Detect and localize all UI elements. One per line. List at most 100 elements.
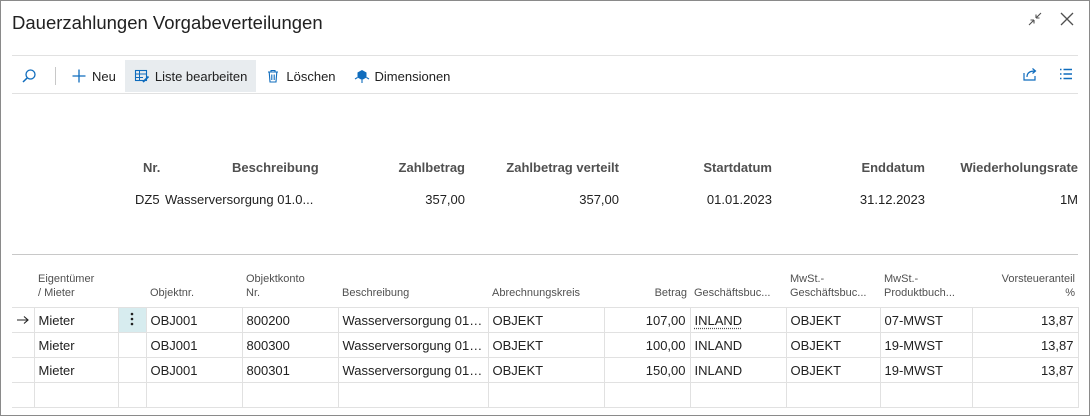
cell-geschaeftsbuch-value[interactable]: INLAND: [695, 313, 743, 328]
row-menu-button[interactable]: [118, 307, 147, 333]
list-icon[interactable]: [1058, 66, 1074, 87]
empty-cell[interactable]: [242, 382, 339, 408]
cell-geschaeftsbuch[interactable]: INLAND: [690, 357, 787, 383]
close-icon[interactable]: [1059, 11, 1075, 32]
lines-header-objektnr[interactable]: Objektnr.: [146, 255, 242, 308]
row-selector[interactable]: [12, 332, 35, 358]
cell-mwst-gb[interactable]: OBJEKT: [786, 307, 881, 333]
cell-objektnr[interactable]: OBJ001: [146, 307, 243, 333]
cell-geschaeftsbuch[interactable]: INLAND: [690, 307, 787, 333]
table-row[interactable]: Mieter OBJ001 800300 Wasserversorgung 01…: [12, 332, 1079, 358]
lines-header-eigentuemer[interactable]: Eigentümer / Mieter: [34, 255, 118, 308]
page-window: Dauerzahlungen Vorgabeverteilungen Neu L: [0, 0, 1090, 416]
new-button[interactable]: Neu: [62, 60, 125, 92]
empty-cell[interactable]: [880, 382, 973, 408]
cell-eigentuemer[interactable]: Mieter: [34, 307, 119, 333]
lines-header-objektkonto-l1: Objektkonto: [246, 273, 305, 285]
table-row[interactable]: Mieter OBJ001 800301 Wasserversorgung 01…: [12, 357, 1079, 383]
cell-beschreibung[interactable]: Wasserversorgung 01....: [338, 332, 489, 358]
empty-cell[interactable]: [786, 382, 881, 408]
cell-mwst-pb[interactable]: 19-MWST: [880, 357, 973, 383]
cell-beschreibung[interactable]: Wasserversorgung 01....: [338, 357, 489, 383]
lines-header-eigentuemer-l2: / Mieter: [38, 287, 75, 299]
delete-button[interactable]: Löschen: [256, 60, 344, 92]
empty-new-row[interactable]: [12, 382, 1079, 408]
cell-vorsteuer[interactable]: 13,87: [972, 357, 1079, 383]
empty-cell[interactable]: [146, 382, 243, 408]
cell-betrag[interactable]: 100,00: [604, 332, 691, 358]
cell-mwst-pb[interactable]: 07-MWST: [880, 307, 973, 333]
header-col-wiederholungsrate[interactable]: Wiederholungsrate: [951, 160, 1078, 175]
row-selector[interactable]: [12, 382, 35, 408]
empty-cell[interactable]: [690, 382, 787, 408]
cell-geschaeftsbuch[interactable]: INLAND: [690, 332, 787, 358]
header-col-zahlbetrag-verteilt[interactable]: Zahlbetrag verteilt: [488, 160, 619, 175]
cell-beschreibung[interactable]: Wasserversorgung 01....: [338, 307, 489, 333]
empty-cell[interactable]: [972, 382, 1079, 408]
lines-header-abrechnungskreis[interactable]: Abrechnungskreis: [488, 255, 604, 308]
cell-mwst-gb[interactable]: OBJEKT: [786, 332, 881, 358]
header-value-startdatum[interactable]: 01.01.2023: [661, 192, 772, 207]
empty-cell[interactable]: [338, 382, 489, 408]
lines-header-geschaeftsbuch[interactable]: Geschäftsbuc...: [690, 255, 786, 308]
header-value-beschreibung[interactable]: Wasserversorgung 01.0...: [165, 192, 313, 207]
collapse-icon[interactable]: [1027, 11, 1043, 32]
empty-cell[interactable]: [488, 382, 605, 408]
lines-table: Eigentümer / Mieter Objektnr. Objektkonto…: [12, 255, 1079, 408]
lines-header-vorsteuer-l1: Vorsteueranteil: [1001, 273, 1075, 285]
search-button[interactable]: [12, 60, 51, 92]
header-col-zahlbetrag[interactable]: Zahlbetrag: [366, 160, 465, 175]
header-value-wiederholungsrate[interactable]: 1M: [951, 192, 1078, 207]
cell-objektkonto[interactable]: 800300: [242, 332, 339, 358]
dimensions-button[interactable]: Dimensionen: [345, 60, 460, 92]
empty-cell[interactable]: [118, 382, 147, 408]
cell-abrechnungskreis[interactable]: OBJEKT: [488, 357, 605, 383]
empty-cell[interactable]: [604, 382, 691, 408]
cell-betrag[interactable]: 107,00: [604, 307, 691, 333]
cell-betrag[interactable]: 150,00: [604, 357, 691, 383]
row-arrow-icon: [16, 313, 30, 328]
cell-eigentuemer[interactable]: Mieter: [34, 357, 119, 383]
cell-abrechnungskreis[interactable]: OBJEKT: [488, 332, 605, 358]
lines-header-objektkonto[interactable]: Objektkonto Nr.: [242, 255, 338, 308]
empty-cell[interactable]: [34, 382, 119, 408]
header-value-zahlbetrag[interactable]: 357,00: [366, 192, 465, 207]
header-col-startdatum[interactable]: Startdatum: [661, 160, 772, 175]
header-value-nr[interactable]: DZ5: [135, 192, 160, 207]
toolbar-right: [1022, 66, 1078, 87]
row-selector[interactable]: [12, 357, 35, 383]
header-col-enddatum[interactable]: Enddatum: [811, 160, 925, 175]
lines-part: Eigentümer / Mieter Objektnr. Objektkonto…: [12, 254, 1079, 408]
cell-objektkonto[interactable]: 800301: [242, 357, 339, 383]
table-row[interactable]: Mieter OBJ001 800200 Wasserversorgung 01…: [12, 307, 1079, 333]
cell-abrechnungskreis[interactable]: OBJEKT: [488, 307, 605, 333]
share-icon[interactable]: [1022, 66, 1038, 87]
lines-header-vorsteuer[interactable]: Vorsteueranteil%: [972, 255, 1078, 308]
cell-mwst-pb[interactable]: 19-MWST: [880, 332, 973, 358]
cell-objektkonto[interactable]: 800200: [242, 307, 339, 333]
header-value-enddatum[interactable]: 31.12.2023: [811, 192, 925, 207]
cell-mwst-gb[interactable]: OBJEKT: [786, 357, 881, 383]
header-col-nr[interactable]: Nr.: [143, 160, 160, 175]
lines-header-mwst-gb[interactable]: MwSt.- Geschäftsbuc...: [786, 255, 880, 308]
lines-header-row: Eigentümer / Mieter Objektnr. Objektkonto…: [12, 255, 1078, 308]
row-menu-cell[interactable]: [118, 332, 147, 358]
window-controls: [1027, 11, 1075, 32]
row-selector[interactable]: [12, 307, 35, 333]
lines-header-mwst-pb[interactable]: MwSt.- Produktbuch...: [880, 255, 972, 308]
cell-objektnr[interactable]: OBJ001: [146, 357, 243, 383]
more-vertical-icon: [130, 312, 134, 329]
delete-button-label: Löschen: [286, 68, 336, 84]
header-value-zahlbetrag-verteilt[interactable]: 357,00: [488, 192, 619, 207]
lines-header-beschreibung[interactable]: Beschreibung: [338, 255, 488, 308]
cell-objektnr[interactable]: OBJ001: [146, 332, 243, 358]
cell-vorsteuer[interactable]: 13,87: [972, 307, 1079, 333]
lines-header-betrag[interactable]: Betrag: [604, 255, 690, 308]
edit-list-button[interactable]: Liste bearbeiten: [124, 60, 257, 92]
header-col-beschreibung[interactable]: Beschreibung: [232, 160, 319, 175]
lines-header-vorsteuer-l2: %: [1065, 287, 1075, 299]
row-menu-cell[interactable]: [118, 357, 147, 383]
cell-eigentuemer[interactable]: Mieter: [34, 332, 119, 358]
lines-header-eigentuemer-l1: Eigentümer: [38, 273, 95, 285]
cell-vorsteuer[interactable]: 13,87: [972, 332, 1079, 358]
